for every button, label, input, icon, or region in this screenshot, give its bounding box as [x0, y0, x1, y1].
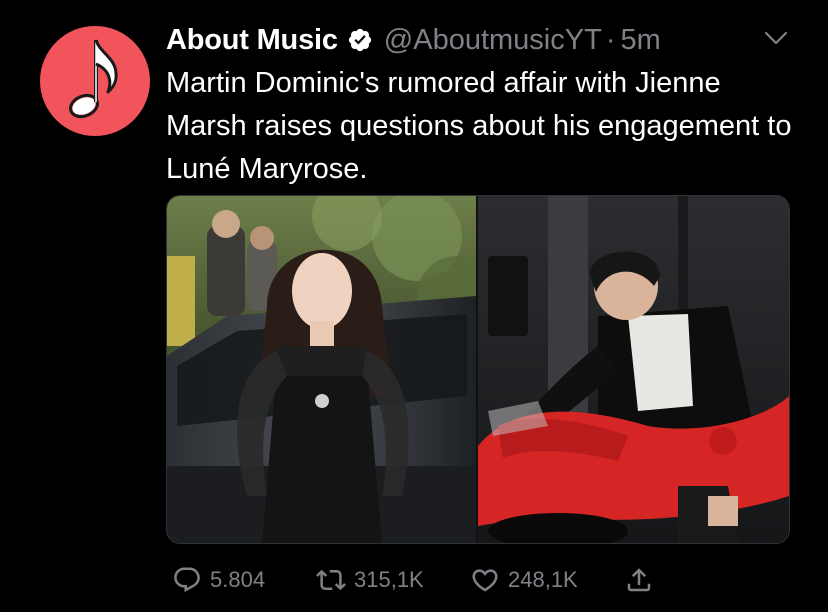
media-photo-right[interactable]	[478, 196, 789, 543]
tweet-media[interactable]	[166, 195, 790, 544]
verified-badge-icon	[347, 27, 373, 53]
like-count: 248,1K	[508, 567, 578, 592]
author-display-name[interactable]: About Music	[166, 24, 338, 57]
photo-woman-black-dress	[167, 196, 476, 543]
music-note-icon	[68, 39, 118, 119]
author-handle[interactable]: @AboutmusicYT	[384, 24, 602, 57]
avatar[interactable]	[40, 26, 150, 136]
tweet-timestamp[interactable]: 5m	[620, 24, 660, 57]
retweet-count: 315,1K	[354, 567, 424, 592]
photo-man-red-motorcycle	[478, 196, 789, 543]
reply-count: 5.804	[210, 567, 266, 592]
tweet-text: Martin Dominic's rumored affair with Jie…	[166, 67, 792, 185]
tweet-header: About Music @AboutmusicYT · 5m	[166, 20, 661, 60]
chevron-down-icon[interactable]	[762, 26, 790, 50]
retweet-button[interactable]: 315,1K	[316, 560, 424, 600]
share-icon	[627, 568, 651, 592]
reply-button[interactable]: 5.804	[172, 560, 265, 600]
tweet-actions: 5.804 315,1K 248,1K	[0, 560, 828, 600]
share-button[interactable]	[624, 560, 654, 600]
like-button[interactable]: 248,1K	[470, 560, 578, 600]
reply-icon	[174, 567, 200, 593]
separator-dot: ·	[605, 23, 616, 56]
heart-icon	[472, 569, 498, 592]
media-photo-left[interactable]	[167, 196, 476, 543]
retweet-icon	[316, 569, 346, 591]
